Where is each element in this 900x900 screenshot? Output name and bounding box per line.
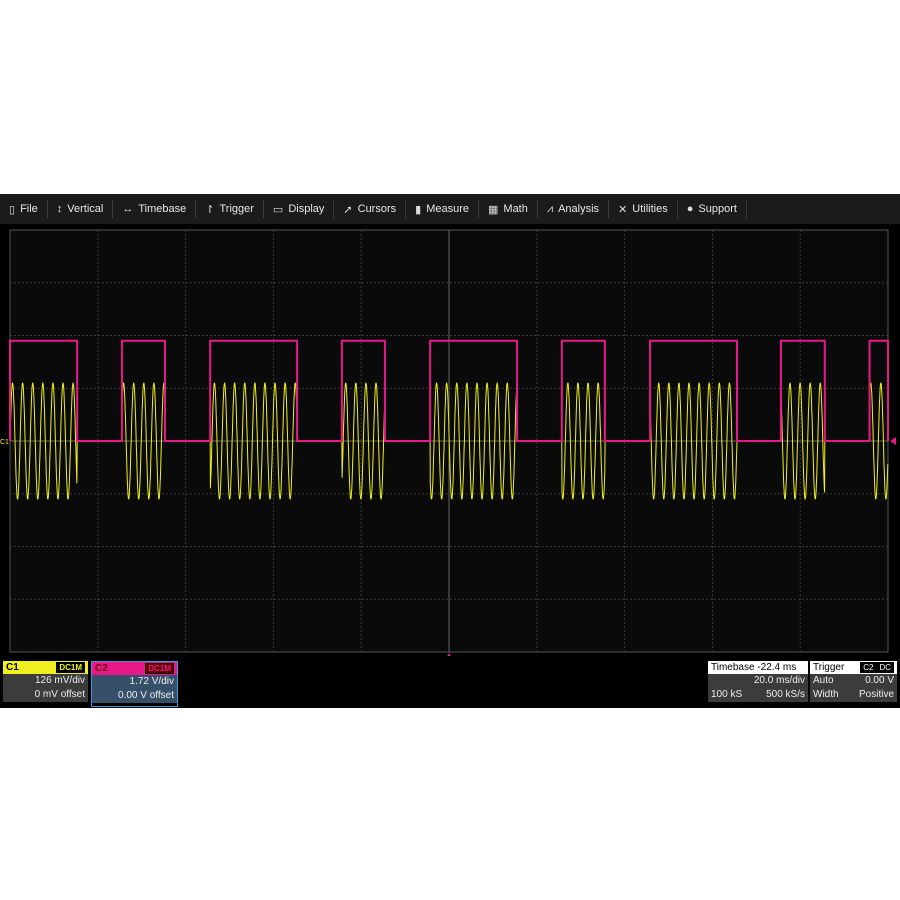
menu-label: Cursors (358, 203, 397, 215)
trigger-icon: ↾ (205, 203, 214, 216)
menu-utilities[interactable]: ✕ Utilities (609, 200, 678, 218)
timebase-samples: 100 kS (711, 688, 742, 702)
menu-bar: ▯ File ↕ Vertical ↔ Timebase ↾ Trigger ▭ Display ➚… (0, 194, 900, 224)
menu-math[interactable]: ▦ Math (479, 200, 538, 218)
trigger-level: 0.00 V (865, 674, 894, 688)
menu-label: Utilities (632, 203, 667, 215)
channel-1-marker: C1 (0, 439, 9, 446)
cursor-icon: ➚ (343, 203, 352, 216)
menu-label: File (20, 203, 38, 215)
trigger-descriptor[interactable]: Trigger C2DC Auto 0.00 V Width Positive (810, 661, 897, 702)
menu-display[interactable]: ▭ Display (264, 200, 334, 218)
trigger-title: Trigger (813, 661, 844, 674)
horizontal-arrows-icon: ↔ (122, 203, 133, 215)
channel-2-scale: 1.72 V/div (92, 675, 177, 689)
trigger-coupling: DC (876, 662, 894, 673)
waveform-display: C1 (0, 224, 900, 656)
trigger-position-marker[interactable] (446, 653, 452, 656)
channel-1-offset: 0 mV offset (3, 688, 88, 702)
menu-measure[interactable]: ▮ Measure (406, 200, 479, 218)
timebase-title: Timebase -22.4 ms (711, 661, 796, 674)
menu-label: Vertical (67, 203, 103, 215)
channel-1-coupling: DC1M (56, 662, 85, 673)
channel-2-descriptor[interactable]: C2 DC1M 1.72 V/div 0.00 V offset (91, 661, 178, 707)
calculator-icon: ▦ (488, 203, 498, 216)
menu-file[interactable]: ▯ File (0, 200, 48, 218)
menu-label: Analysis (558, 203, 599, 215)
menu-label: Support (698, 203, 737, 215)
tools-icon: ✕ (618, 203, 627, 216)
trigger-slope: Positive (859, 688, 894, 702)
oscilloscope-window: ▯ File ↕ Vertical ↔ Timebase ↾ Trigger ▭ Display ➚… (0, 194, 900, 708)
channel-1-descriptor[interactable]: C1 DC1M 126 mV/div 0 mV offset (3, 661, 88, 705)
timebase-scale: 20.0 ms/div (754, 674, 805, 688)
channel-1-scale: 126 mV/div (3, 674, 88, 688)
menu-label: Trigger (219, 203, 253, 215)
status-bar: C1 DC1M 126 mV/div 0 mV offset C2 DC1M 1.7… (0, 658, 900, 708)
channel-1-label: C1 (6, 662, 19, 673)
vertical-arrows-icon: ↕ (57, 203, 63, 215)
file-icon: ▯ (9, 203, 15, 216)
timebase-descriptor[interactable]: Timebase -22.4 ms 20.0 ms/div 100 kS 500 … (708, 661, 808, 702)
menu-analysis[interactable]: ⩘ Analysis (538, 200, 609, 218)
measure-icon: ▮ (415, 203, 421, 216)
trigger-level-marker[interactable] (890, 437, 896, 445)
menu-timebase[interactable]: ↔ Timebase (113, 200, 196, 218)
trigger-mode: Auto (813, 674, 834, 688)
menu-label: Measure (426, 203, 469, 215)
display-icon: ▭ (273, 203, 283, 216)
chart-icon: ⩘ (547, 203, 553, 216)
info-icon: ● (687, 203, 694, 215)
channel-2-coupling: DC1M (145, 663, 174, 674)
menu-label: Math (503, 203, 527, 215)
menu-trigger[interactable]: ↾ Trigger (196, 200, 264, 218)
menu-support[interactable]: ● Support (678, 200, 747, 218)
menu-label: Display (288, 203, 324, 215)
menu-cursors[interactable]: ➚ Cursors (334, 200, 406, 218)
menu-label: Timebase (138, 203, 186, 215)
channel-2-label: C2 (95, 663, 108, 674)
timebase-sample-rate: 500 kS/s (766, 688, 805, 702)
trigger-type: Width (813, 688, 839, 702)
menu-vertical[interactable]: ↕ Vertical (48, 200, 114, 218)
trigger-source: C2 (860, 662, 876, 673)
channel-2-offset: 0.00 V offset (92, 689, 177, 703)
